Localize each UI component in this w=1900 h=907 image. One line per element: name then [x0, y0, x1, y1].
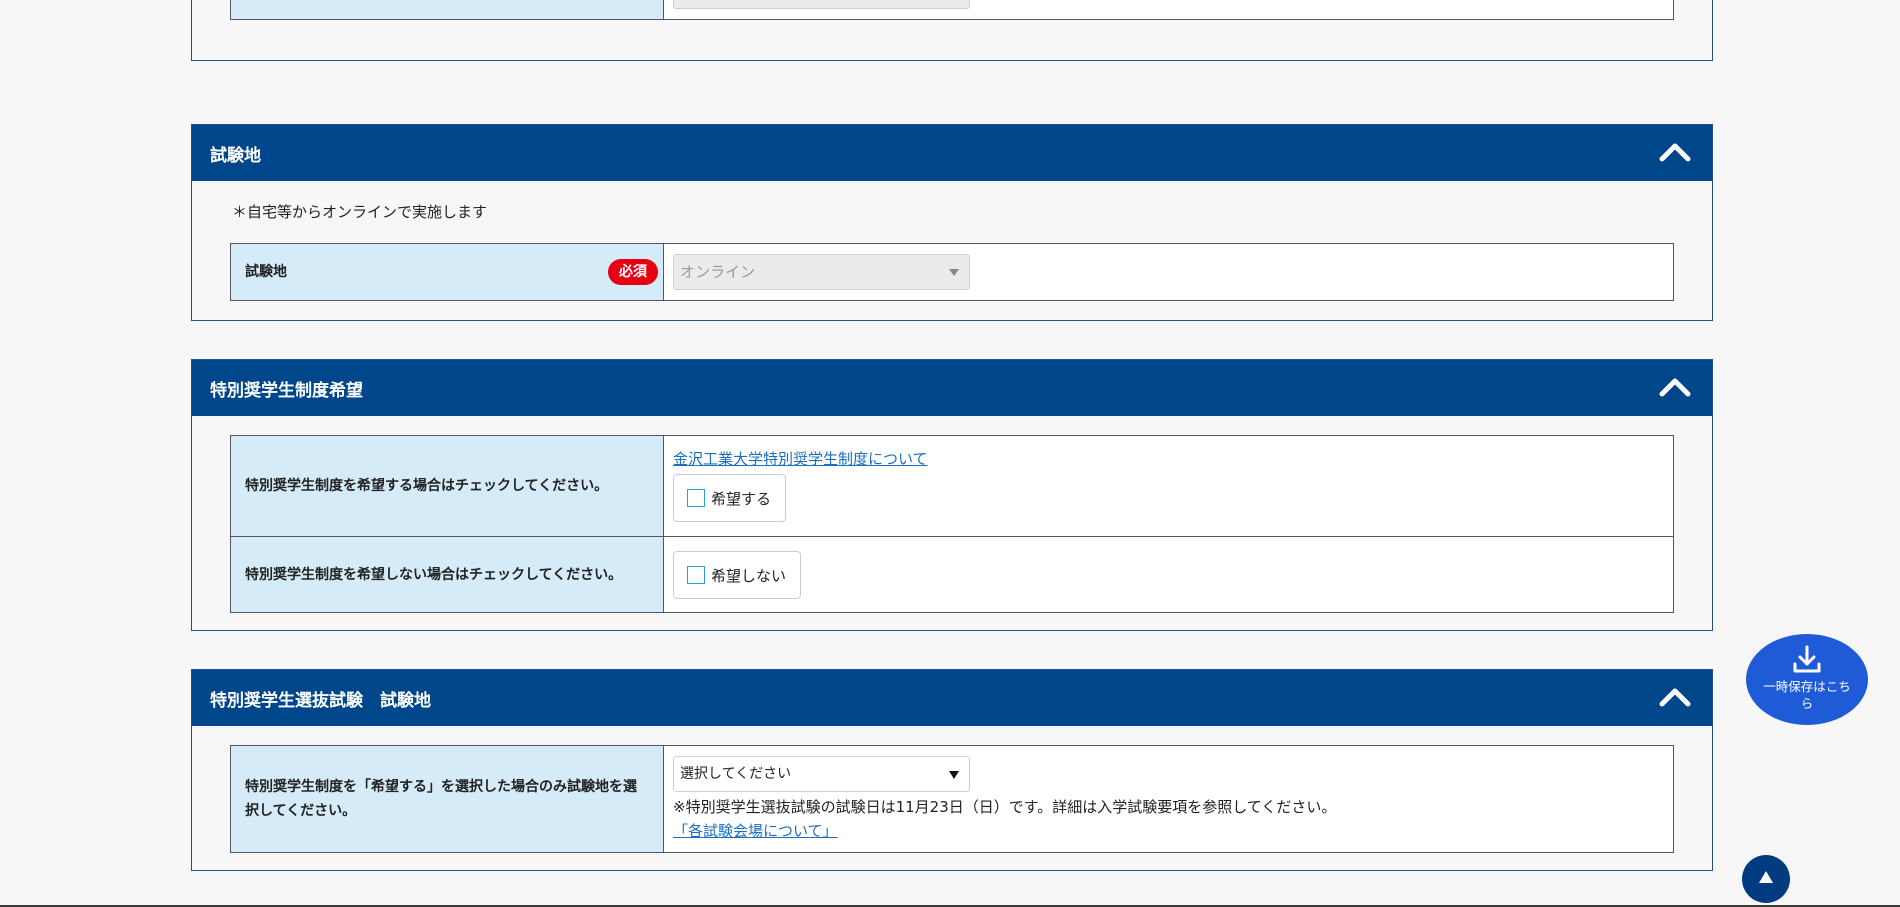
selection-venue-section-header[interactable]: 特別奨学生選抜試験 試験地 — [192, 670, 1712, 726]
selection-venue-note: ※特別奨学生選抜試験の試験日は11月23日（日）です。詳細は入学試験要項を参照し… — [673, 798, 1337, 816]
scholarship-table: 特別奨学生制度を希望する場合はチェックしてください。 金沢工業大学特別奨学生制度… — [230, 435, 1674, 613]
want-checkbox-label: 希望する — [711, 489, 772, 508]
venue-section-header[interactable]: 試験地 — [192, 125, 1712, 181]
checkbox-square[interactable] — [687, 566, 705, 584]
venue-info-link[interactable]: 「各試験会場について」 — [673, 820, 838, 841]
venue-note: ＊自宅等からオンラインで実施します — [232, 203, 488, 221]
temporary-save-label: 一時保存はこちら — [1763, 679, 1851, 711]
back-to-top-button[interactable] — [1742, 855, 1790, 903]
temporary-save-button[interactable]: 一時保存はこちら — [1746, 634, 1868, 725]
not-want-checkbox-label: 希望しない — [711, 566, 787, 585]
want-checkbox[interactable]: 希望する — [673, 474, 787, 522]
chevron-up-icon[interactable] — [1658, 682, 1692, 712]
venue-select[interactable]: オンライン — [673, 254, 970, 290]
venue-label-cell: 試験地 必須 — [231, 244, 664, 300]
previous-section-table — [230, 0, 1674, 20]
selection-venue-section-title: 特別奨学生選抜試験 試験地 — [210, 690, 431, 711]
venue-value-cell: オンライン — [664, 244, 1673, 300]
previous-row-label — [231, 0, 664, 19]
selection-venue-label-cell: 特別奨学生制度を「希望する」を選択した場合のみ試験地を選択してください。 — [231, 746, 664, 852]
required-badge: 必須 — [608, 259, 658, 285]
previous-select[interactable] — [673, 0, 970, 9]
not-want-checkbox[interactable]: 希望しない — [673, 551, 802, 599]
scholarship-section-header[interactable]: 特別奨学生制度希望 — [192, 360, 1712, 416]
venue-section: 試験地 ＊自宅等からオンラインで実施します 試験地 必須 オンライン — [191, 124, 1713, 321]
checkbox-square[interactable] — [687, 489, 705, 507]
venue-table: 試験地 必須 オンライン — [230, 243, 1674, 301]
selection-venue-table: 特別奨学生制度を「希望する」を選択した場合のみ試験地を選択してください。 選択し… — [230, 745, 1674, 853]
venue-label: 試験地 — [245, 264, 287, 280]
chevron-down-icon — [949, 771, 959, 779]
scholarship-section: 特別奨学生制度希望 特別奨学生制度を希望する場合はチェックしてください。 金沢工… — [191, 359, 1713, 631]
selection-venue-label: 特別奨学生制度を「希望する」を選択した場合のみ試験地を選択してください。 — [245, 779, 637, 819]
scholarship-not-want-row: 特別奨学生制度を希望しない場合はチェックしてください。 希望しない — [231, 536, 1673, 612]
scholarship-section-title: 特別奨学生制度希望 — [210, 380, 363, 401]
scholarship-not-want-value: 希望しない — [664, 537, 1673, 612]
scholarship-want-label: 特別奨学生制度を希望する場合はチェックしてください。 — [231, 436, 664, 536]
chevron-up-icon[interactable] — [1658, 372, 1692, 402]
chevron-up-icon[interactable] — [1658, 137, 1692, 167]
scholarship-want-value: 金沢工業大学特別奨学生制度について 希望する — [664, 436, 1673, 536]
selection-venue-select-value: 選択してください — [680, 766, 792, 782]
scholarship-info-link[interactable]: 金沢工業大学特別奨学生制度について — [673, 448, 928, 469]
scholarship-not-want-label: 特別奨学生制度を希望しない場合はチェックしてください。 — [231, 537, 664, 612]
selection-venue-section: 特別奨学生選抜試験 試験地 特別奨学生制度を「希望する」を選択した場合のみ試験地… — [191, 669, 1713, 871]
previous-row-value — [664, 0, 1673, 19]
previous-section-card — [191, 0, 1713, 61]
chevron-down-icon — [949, 269, 959, 276]
scholarship-want-row: 特別奨学生制度を希望する場合はチェックしてください。 金沢工業大学特別奨学生制度… — [231, 436, 1673, 536]
selection-venue-value-cell: 選択してください ※特別奨学生選抜試験の試験日は11月23日（日）です。詳細は入… — [664, 746, 1673, 852]
venue-section-title: 試験地 — [210, 145, 261, 166]
selection-venue-select[interactable]: 選択してください — [673, 756, 970, 792]
venue-select-value: オンライン — [680, 263, 756, 281]
arrow-up-icon — [1759, 871, 1773, 883]
download-icon — [1793, 645, 1821, 673]
